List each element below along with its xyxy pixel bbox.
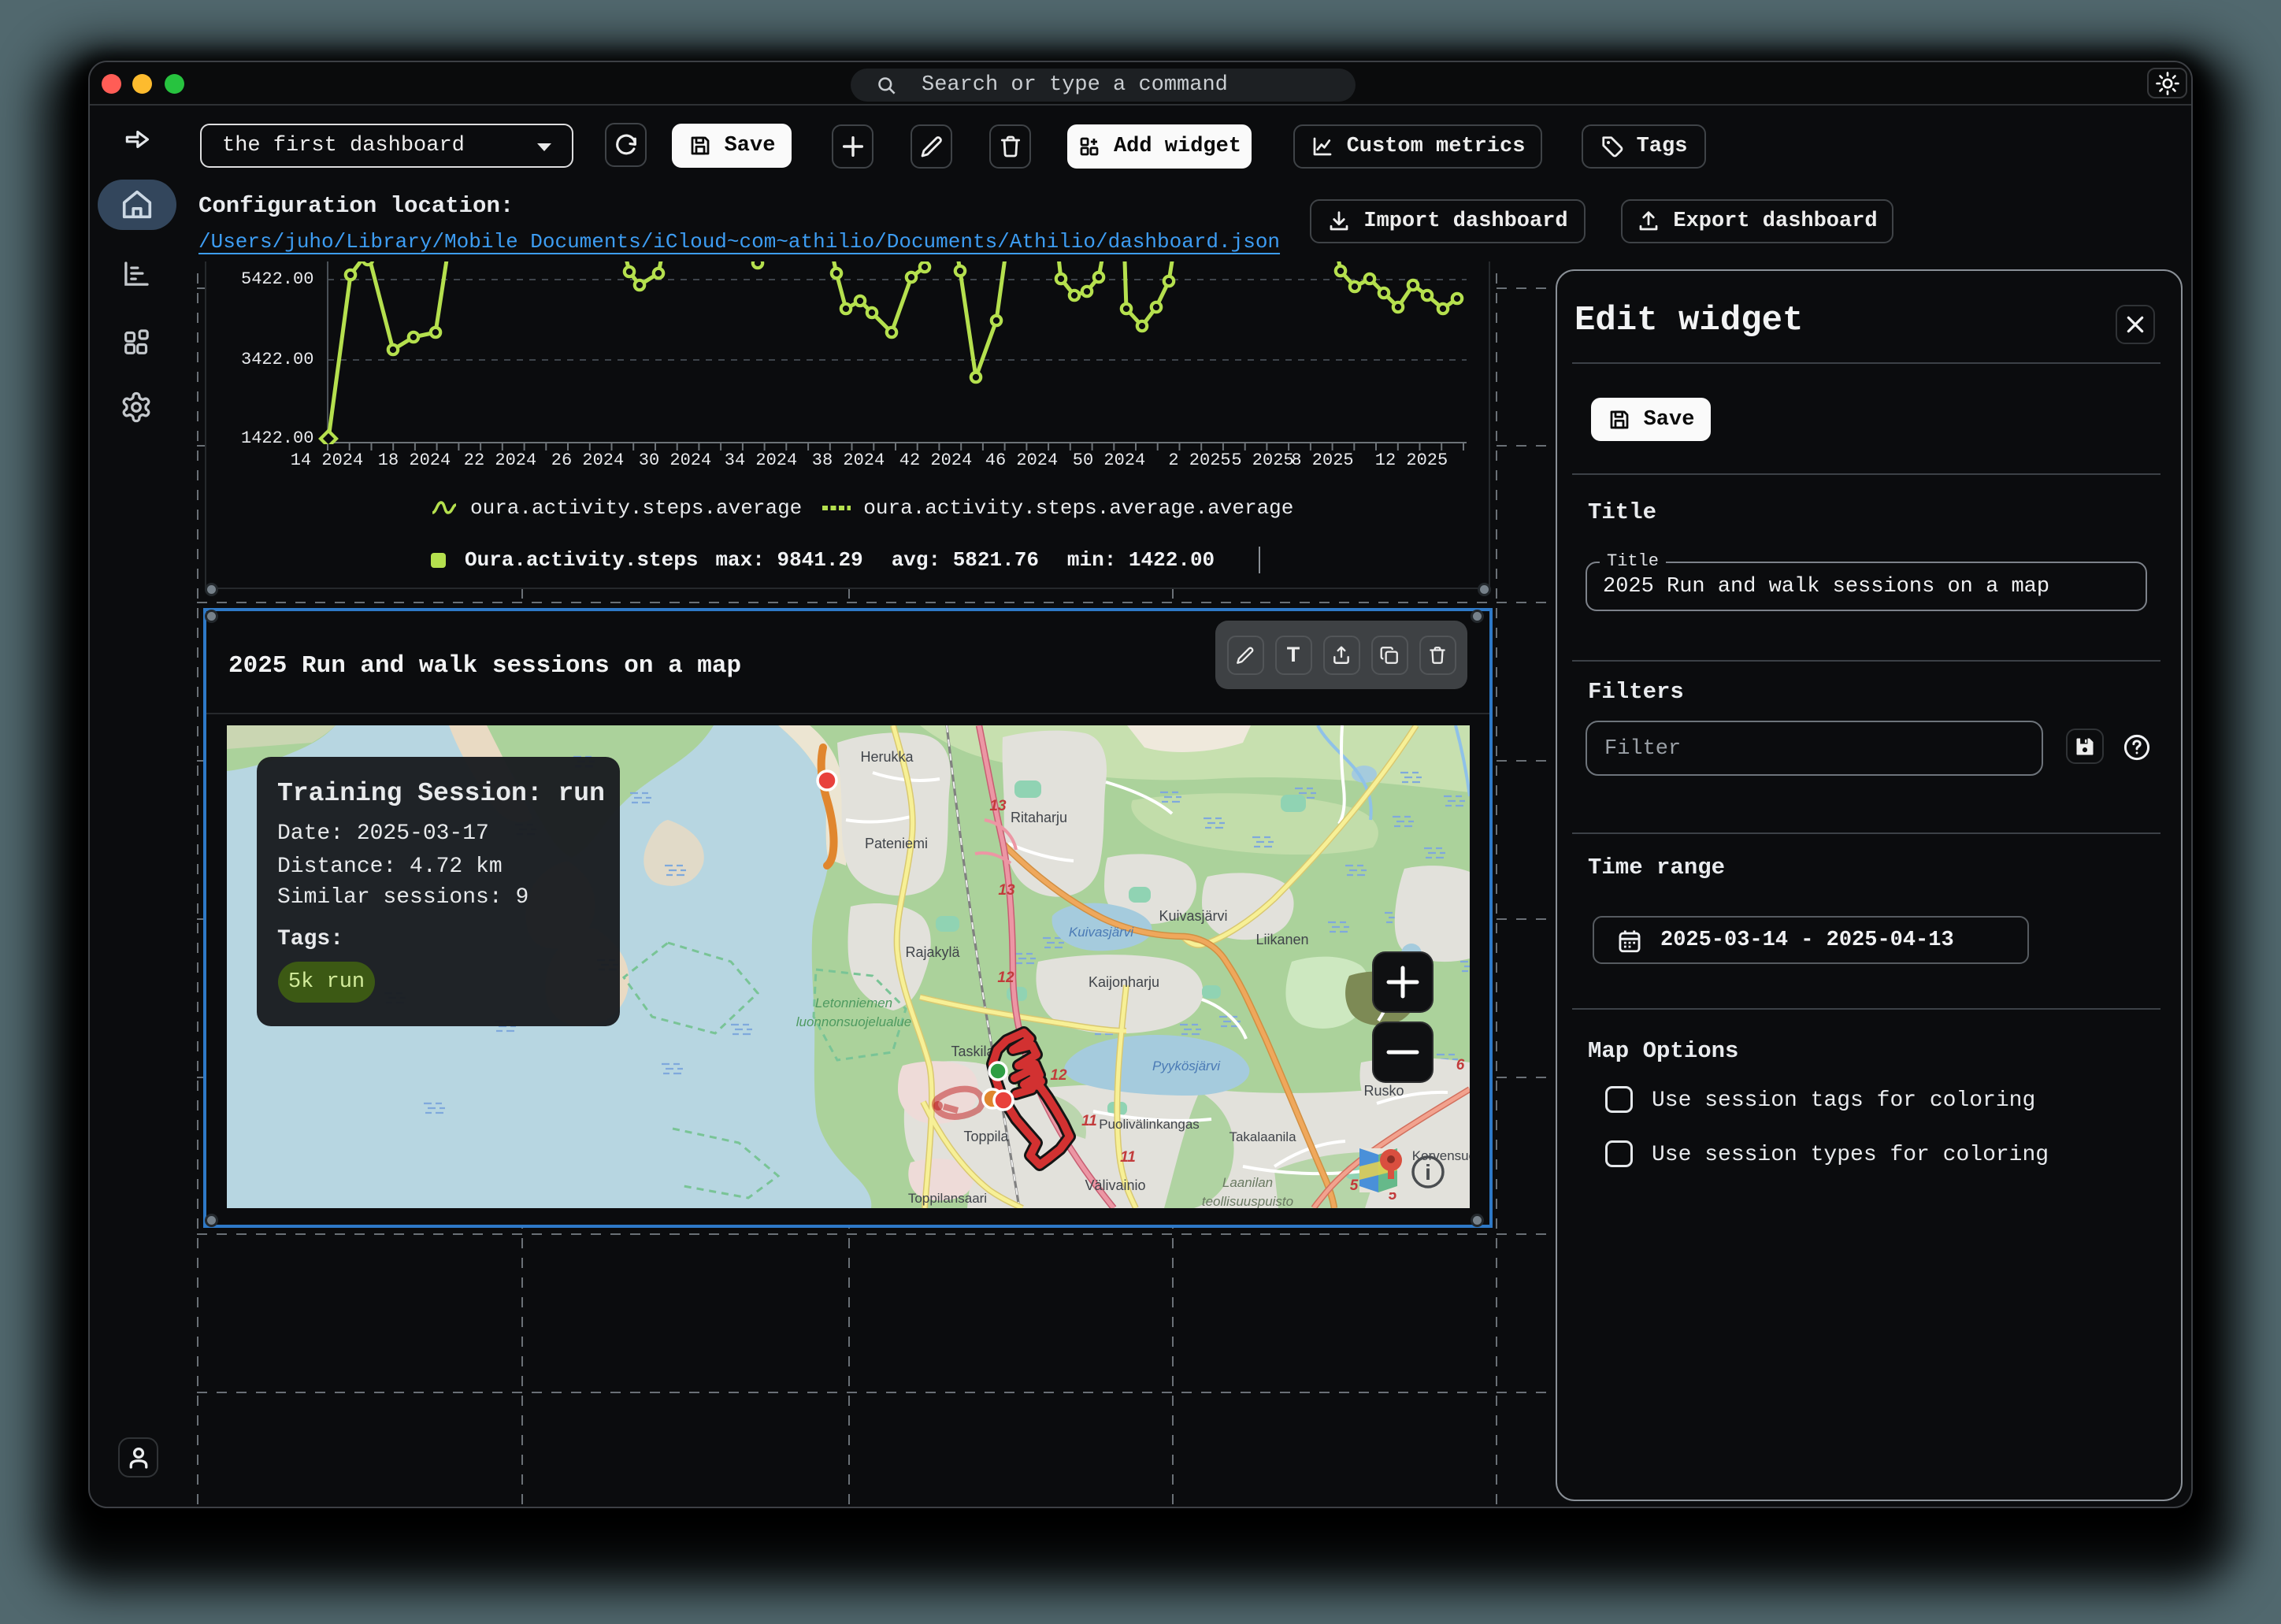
svg-text:Laanilan: Laanilan	[1222, 1175, 1273, 1190]
svg-text:13: 13	[989, 798, 1007, 814]
svg-text:Ritaharju: Ritaharju	[1011, 810, 1067, 825]
svg-text:Takalaanila: Takalaanila	[1229, 1129, 1296, 1144]
svg-text:Kuivasjärvi: Kuivasjärvi	[1159, 908, 1227, 924]
svg-text:Letonniemen: Letonniemen	[815, 996, 892, 1010]
svg-text:Välivainio: Välivainio	[1085, 1177, 1145, 1193]
svg-text:12: 12	[997, 970, 1014, 986]
svg-text:11: 11	[1081, 1113, 1097, 1129]
svg-text:Pateniemi: Pateniemi	[865, 836, 928, 851]
svg-text:i: i	[1425, 1160, 1431, 1185]
svg-text:Pyykösjärvi: Pyykösjärvi	[1152, 1059, 1221, 1073]
svg-text:Kuivasjärvi: Kuivasjärvi	[1069, 925, 1134, 940]
svg-text:Liikanen: Liikanen	[1255, 932, 1308, 947]
svg-text:luonnonsuojelualue: luonnonsuojelualue	[796, 1014, 912, 1029]
svg-text:Toppilansaari: Toppilansaari	[908, 1191, 987, 1206]
svg-text:Rajakylä: Rajakylä	[905, 944, 960, 960]
svg-text:5: 5	[1350, 1177, 1359, 1194]
svg-text:Kaijonharju: Kaijonharju	[1089, 974, 1159, 990]
svg-text:teollisuuspuisto: teollisuuspuisto	[1202, 1194, 1293, 1208]
svg-text:13: 13	[998, 882, 1015, 899]
svg-text:11: 11	[1120, 1149, 1136, 1166]
svg-text:Rusko: Rusko	[1363, 1083, 1404, 1099]
svg-text:Puolivälinkangas: Puolivälinkangas	[1099, 1117, 1200, 1132]
svg-text:6: 6	[1456, 1057, 1465, 1073]
svg-text:Herukka: Herukka	[860, 749, 914, 765]
svg-text:Toppila: Toppila	[963, 1129, 1009, 1144]
svg-text:Korvensuora: Korvensuora	[1412, 1148, 1470, 1163]
svg-text:12: 12	[1050, 1067, 1067, 1084]
